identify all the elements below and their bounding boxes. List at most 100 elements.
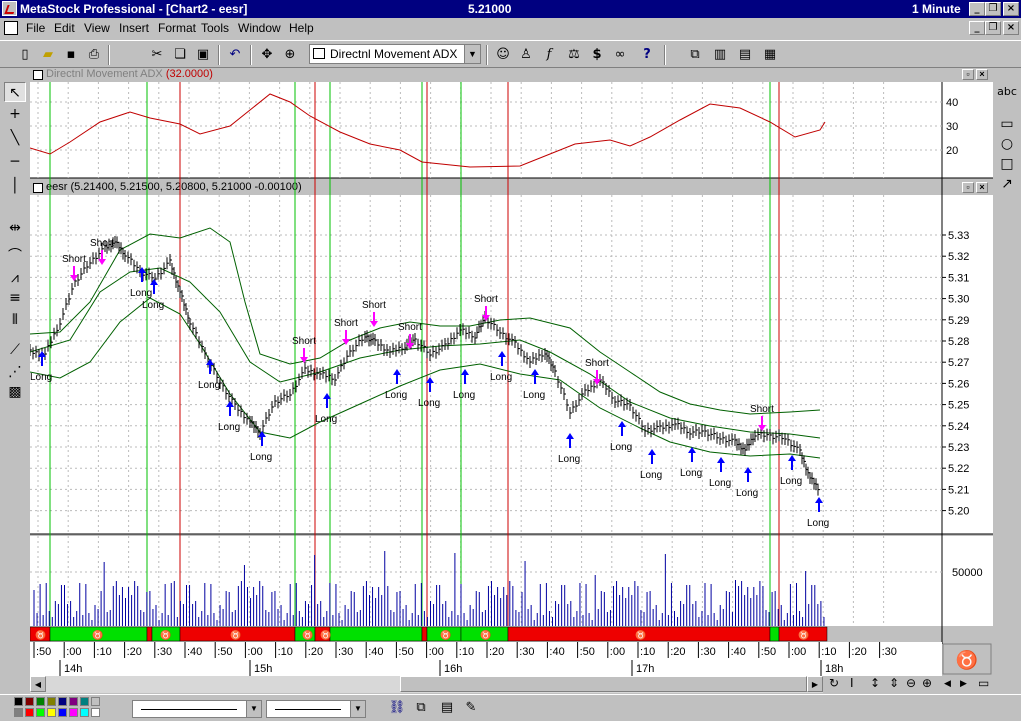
- color-swatch[interactable]: [25, 708, 34, 717]
- color-swatch[interactable]: [14, 708, 23, 717]
- adx-pane-close-icon[interactable]: ×: [976, 69, 988, 80]
- binoculars-icon[interactable]: ∞: [609, 44, 631, 66]
- copy-icon[interactable]: ❏: [169, 44, 191, 66]
- cycle-lines-icon[interactable]: ⇹: [4, 218, 26, 238]
- channel-icon[interactable]: ⟋: [4, 340, 26, 360]
- color-palette[interactable]: [14, 697, 114, 721]
- minimize-icon[interactable]: _: [969, 2, 985, 16]
- scroll-right-icon[interactable]: ▶: [807, 676, 823, 692]
- chevron-down-icon[interactable]: ▼: [464, 45, 480, 63]
- adx-pane-maximize-icon[interactable]: ▫: [962, 69, 974, 80]
- properties-icon[interactable]: ▤: [436, 697, 458, 719]
- tile-horizontal-icon[interactable]: ▤: [734, 44, 756, 66]
- color-swatch[interactable]: [91, 697, 100, 706]
- color-swatch[interactable]: [69, 708, 78, 717]
- menu-help[interactable]: Help: [289, 21, 314, 35]
- arc-icon[interactable]: ⌒: [4, 246, 26, 266]
- horizontal-line-icon[interactable]: ─: [4, 152, 26, 172]
- save-icon[interactable]: ▪: [60, 44, 82, 66]
- ellipse-icon[interactable]: ○: [996, 134, 1018, 154]
- function-icon[interactable]: f: [538, 44, 560, 66]
- color-swatch[interactable]: [58, 708, 67, 717]
- adx-plot-area[interactable]: [30, 82, 942, 178]
- zoom-icon[interactable]: ⊕: [279, 44, 301, 66]
- menu-file[interactable]: File: [26, 21, 45, 35]
- line-style-select[interactable]: ▼: [132, 700, 262, 718]
- open-icon[interactable]: ▰: [37, 44, 59, 66]
- new-icon[interactable]: ▯: [14, 44, 36, 66]
- child-restore-icon[interactable]: ❐: [985, 21, 1001, 35]
- zoom-in-icon[interactable]: ⊕: [922, 676, 932, 690]
- color-swatch[interactable]: [47, 708, 56, 717]
- note-icon[interactable]: ✎: [460, 697, 482, 719]
- color-swatch[interactable]: [25, 697, 34, 706]
- child-close-icon[interactable]: ×: [1003, 21, 1019, 35]
- chevron-down-icon[interactable]: ▼: [246, 701, 261, 717]
- restore-pane-icon[interactable]: ▭: [978, 676, 989, 690]
- zoom-out-icon[interactable]: ⊖: [906, 676, 916, 690]
- price-plot-area[interactable]: [30, 195, 942, 534]
- help-pointer-icon[interactable]: ?: [636, 44, 658, 66]
- pointer-icon[interactable]: ↖: [4, 82, 26, 102]
- time-zones-icon[interactable]: ⦀: [4, 310, 26, 330]
- chart-link-icon[interactable]: ⧉: [410, 697, 432, 719]
- text-icon[interactable]: abc: [996, 82, 1018, 102]
- document-icon[interactable]: [4, 21, 18, 35]
- compress-icon[interactable]: ⇕: [889, 676, 899, 690]
- pan-icon[interactable]: ✥: [256, 44, 278, 66]
- arrow-icon[interactable]: ↗: [996, 174, 1018, 194]
- color-swatch[interactable]: [36, 697, 45, 706]
- explorer-icon[interactable]: ♙: [515, 44, 537, 66]
- link-icon[interactable]: ⛓: [386, 697, 408, 719]
- menu-format[interactable]: Format: [158, 21, 196, 35]
- menu-edit[interactable]: Edit: [54, 21, 75, 35]
- menu-view[interactable]: View: [84, 21, 110, 35]
- expert-icon[interactable]: ☺: [492, 44, 514, 66]
- child-minimize-icon[interactable]: _: [969, 21, 985, 35]
- menu-window[interactable]: Window: [238, 21, 281, 35]
- expand-vertical-icon[interactable]: ↕: [870, 676, 880, 690]
- arrange-icon[interactable]: ▦: [759, 44, 781, 66]
- color-swatch[interactable]: [80, 708, 89, 717]
- close-icon[interactable]: ×: [1003, 2, 1019, 16]
- crosshair-icon[interactable]: +: [4, 104, 26, 124]
- chart-canvas[interactable]: ShortShortLongLongLongLongLongLongShortL…: [30, 82, 993, 676]
- indicator-select[interactable]: Directnl Movement ADX ▼: [309, 44, 481, 64]
- paste-icon[interactable]: ▣: [192, 44, 214, 66]
- tile-vertical-icon[interactable]: ▥: [709, 44, 731, 66]
- app-icon[interactable]: [2, 1, 17, 16]
- scroll-left-icon[interactable]: ◀: [30, 676, 46, 692]
- color-swatch[interactable]: [91, 708, 100, 717]
- undo-icon[interactable]: ↶: [224, 44, 246, 66]
- rectangle-icon[interactable]: ▭: [996, 114, 1018, 134]
- menu-tools[interactable]: Tools: [201, 21, 229, 35]
- cascade-icon[interactable]: ⧉: [684, 44, 706, 66]
- grid-icon[interactable]: ▩: [4, 382, 26, 402]
- scroll-thumb[interactable]: [400, 676, 807, 692]
- chevron-down-icon[interactable]: ▼: [350, 701, 365, 717]
- color-swatch[interactable]: [36, 708, 45, 717]
- next-icon[interactable]: ▶: [960, 676, 967, 692]
- square-icon[interactable]: □: [996, 154, 1018, 174]
- fibonacci-icon[interactable]: ≡: [4, 288, 26, 308]
- dollar-icon[interactable]: $: [586, 44, 608, 66]
- print-icon[interactable]: ⎙: [83, 44, 105, 66]
- fan-icon[interactable]: ⩘: [4, 268, 26, 288]
- menu-insert[interactable]: Insert: [119, 21, 149, 35]
- vertical-line-icon[interactable]: │: [4, 176, 26, 196]
- line-weight-select[interactable]: ▼: [266, 700, 366, 718]
- cut-icon[interactable]: ✂: [146, 44, 168, 66]
- color-swatch[interactable]: [14, 697, 23, 706]
- color-swatch[interactable]: [47, 697, 56, 706]
- system-tester-icon[interactable]: ⚖: [563, 44, 585, 66]
- color-swatch[interactable]: [69, 697, 78, 706]
- previous-icon[interactable]: ◀: [944, 676, 951, 692]
- color-swatch[interactable]: [58, 697, 67, 706]
- restore-icon[interactable]: ❐: [985, 2, 1001, 16]
- color-swatch[interactable]: [80, 697, 89, 706]
- gann-fan-icon[interactable]: ⋰: [4, 362, 26, 382]
- refresh-icon[interactable]: ↻: [829, 676, 839, 690]
- horizontal-scrollbar[interactable]: ◀ ▶: [30, 676, 823, 693]
- cursor-bar-icon[interactable]: I: [850, 676, 854, 690]
- trendline-icon[interactable]: ╲: [4, 128, 26, 148]
